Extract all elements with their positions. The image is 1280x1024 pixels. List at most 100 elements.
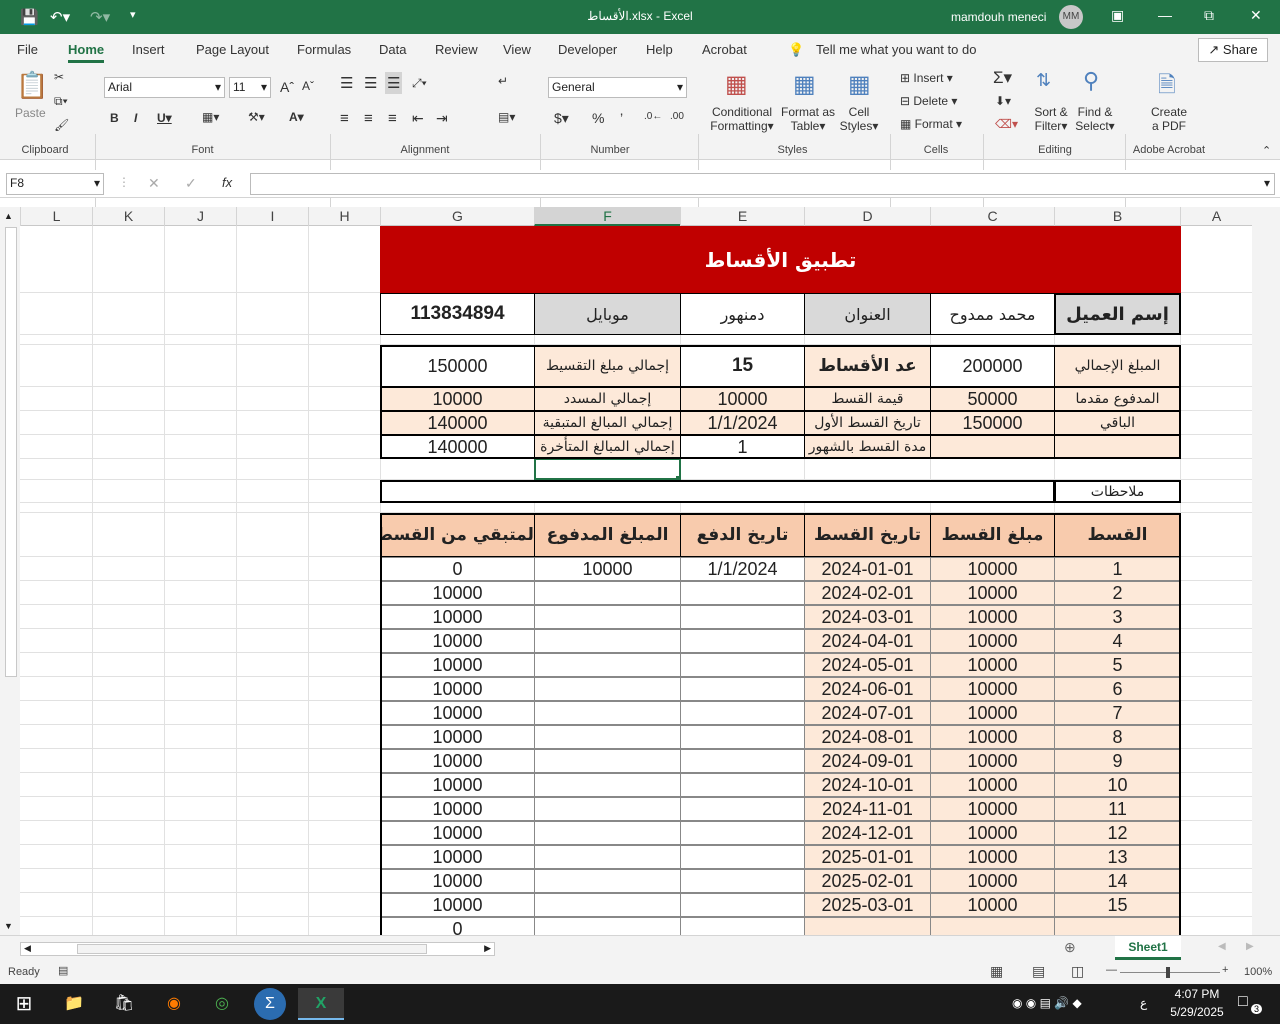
scroll-up-icon[interactable]: ▲ xyxy=(4,211,13,221)
clock-time[interactable]: 4:07 PM xyxy=(1168,987,1226,1001)
table-cell[interactable]: 0 xyxy=(380,917,535,935)
find-select-icon[interactable]: ⚲ xyxy=(1083,68,1099,94)
new-sheet-icon[interactable]: ⊕ xyxy=(1064,939,1076,956)
table-cell[interactable]: 10000 xyxy=(534,557,681,581)
decrease-decimal-icon[interactable]: .00 xyxy=(670,111,684,122)
down-payment-label[interactable]: المدفوع مقدما xyxy=(1054,387,1181,411)
table-cell[interactable]: 10000 xyxy=(930,677,1055,701)
table-cell[interactable]: 10000 xyxy=(930,653,1055,677)
sigma-app-icon[interactable]: Σ xyxy=(254,988,286,1020)
tab-scroll-right-icon[interactable]: ▶ xyxy=(1246,941,1254,952)
currency-icon[interactable]: $▾ xyxy=(554,110,569,127)
italic-icon[interactable]: I xyxy=(134,111,137,125)
table-cell[interactable]: 10 xyxy=(1054,773,1181,797)
normal-view-icon[interactable]: ▦ xyxy=(990,963,1003,980)
table-cell[interactable]: 10000 xyxy=(930,701,1055,725)
autosum-icon[interactable]: Σ▾ xyxy=(993,68,1012,88)
comma-icon[interactable]: ’ xyxy=(620,110,623,126)
table-cell[interactable]: 10000 xyxy=(380,749,535,773)
table-cell[interactable] xyxy=(534,845,681,869)
total-installment-value[interactable]: 150000 xyxy=(380,345,535,387)
increase-decimal-icon[interactable]: .0← xyxy=(644,111,662,122)
macro-record-icon[interactable]: ▤ xyxy=(58,964,68,977)
scroll-down-icon[interactable]: ▼ xyxy=(4,921,13,931)
remaining-label[interactable]: الباقي xyxy=(1054,411,1181,435)
tab-review[interactable]: Review xyxy=(435,42,478,57)
installments-count-label[interactable]: عد الأقساط xyxy=(804,345,931,387)
increase-indent-icon[interactable]: ⇥ xyxy=(436,110,448,127)
column-header[interactable]: G xyxy=(380,207,534,226)
table-cell[interactable] xyxy=(534,869,681,893)
delete-cells-button[interactable]: ⊟ Delete ▾ xyxy=(900,94,957,108)
page-layout-view-icon[interactable]: ▤ xyxy=(1032,963,1045,980)
first-date-label[interactable]: تاريخ القسط الأول xyxy=(804,411,931,435)
installment-value[interactable]: 10000 xyxy=(680,387,805,411)
table-cell[interactable] xyxy=(680,845,805,869)
chrome-icon[interactable]: ◎ xyxy=(206,988,238,1020)
table-cell[interactable]: 10000 xyxy=(380,869,535,893)
conditional-formatting-button[interactable]: Conditional Formatting▾ xyxy=(709,105,775,133)
table-cell[interactable]: 10000 xyxy=(380,629,535,653)
table-cell[interactable] xyxy=(680,749,805,773)
table-cell[interactable] xyxy=(680,629,805,653)
table-cell[interactable] xyxy=(534,581,681,605)
number-format-select[interactable]: General ▾ xyxy=(548,77,687,98)
cancel-icon[interactable]: ✕ xyxy=(148,175,160,192)
table-cell[interactable] xyxy=(930,917,1055,935)
create-pdf-icon[interactable]: 🗎 xyxy=(1158,68,1176,106)
table-header[interactable]: تاريخ الدفع xyxy=(680,513,805,557)
sheet-title[interactable]: تطبيق الأقساط xyxy=(380,226,1181,293)
table-cell[interactable]: 14 xyxy=(1054,869,1181,893)
installment-value-label[interactable]: قيمة القسط xyxy=(804,387,931,411)
table-cell[interactable] xyxy=(680,581,805,605)
avatar[interactable]: MM xyxy=(1059,5,1083,29)
table-cell[interactable] xyxy=(534,653,681,677)
tab-view[interactable]: View xyxy=(503,42,531,57)
tab-insert[interactable]: Insert xyxy=(132,42,165,57)
table-cell[interactable]: 3 xyxy=(1054,605,1181,629)
format-as-table-button[interactable]: Format as Table▾ xyxy=(781,105,835,133)
horizontal-scrollbar[interactable]: ◀ ▶ xyxy=(20,942,495,956)
table-cell[interactable]: 2024-07-01 xyxy=(804,701,931,725)
total-paid-label[interactable]: إجمالي المسدد xyxy=(534,387,681,411)
cut-icon[interactable]: ✂ xyxy=(54,70,64,84)
tab-data[interactable]: Data xyxy=(379,42,406,57)
customer-name[interactable]: محمد ممدوح xyxy=(930,293,1055,335)
column-header[interactable]: E xyxy=(680,207,804,226)
table-cell[interactable]: 10000 xyxy=(930,893,1055,917)
table-cell[interactable] xyxy=(680,893,805,917)
horizontal-scroll-thumb[interactable] xyxy=(77,944,427,954)
notification-center-icon[interactable]: □ xyxy=(1238,993,1248,1011)
orientation-icon[interactable]: ⤢▾ xyxy=(412,76,427,91)
table-cell[interactable]: 2024-09-01 xyxy=(804,749,931,773)
table-cell[interactable]: 10000 xyxy=(380,653,535,677)
column-header[interactable]: K xyxy=(92,207,164,226)
sort-filter-button[interactable]: Sort & Filter▾ xyxy=(1031,105,1071,133)
column-header[interactable]: I xyxy=(236,207,308,226)
column-header[interactable]: F xyxy=(534,207,680,226)
ribbon-display-icon[interactable]: ▣ xyxy=(1111,7,1124,24)
table-cell[interactable] xyxy=(680,605,805,629)
table-header[interactable]: مبلغ القسط xyxy=(930,513,1055,557)
table-cell[interactable] xyxy=(534,797,681,821)
total-amount-value[interactable]: 200000 xyxy=(930,345,1055,387)
table-cell[interactable]: 2024-10-01 xyxy=(804,773,931,797)
table-cell[interactable]: 2024-03-01 xyxy=(804,605,931,629)
table-cell[interactable]: 10000 xyxy=(930,797,1055,821)
font-color-icon[interactable]: A▾ xyxy=(289,110,304,124)
tell-me-box[interactable]: Tell me what you want to do xyxy=(816,42,976,57)
font-size-select[interactable]: 11 ▾ xyxy=(229,77,271,98)
scroll-left-icon[interactable]: ◀ xyxy=(24,943,31,954)
column-header[interactable]: B xyxy=(1054,207,1180,226)
worksheet-grid[interactable]: 1234567891011121314151617181920212223242… xyxy=(20,226,1252,935)
table-cell[interactable]: 2025-01-01 xyxy=(804,845,931,869)
total-amount-label[interactable]: المبلغ الإجمالي xyxy=(1054,345,1181,387)
table-cell[interactable]: 10000 xyxy=(380,677,535,701)
table-cell[interactable]: 2025-02-01 xyxy=(804,869,931,893)
sheet-tab[interactable]: Sheet1 xyxy=(1115,936,1181,960)
phone-label[interactable]: موبايل xyxy=(534,293,681,335)
format-as-table-icon[interactable]: ▦ xyxy=(793,70,816,99)
table-cell[interactable]: 10000 xyxy=(930,581,1055,605)
zoom-in-icon[interactable]: + xyxy=(1222,964,1228,976)
table-cell[interactable]: 10000 xyxy=(930,629,1055,653)
